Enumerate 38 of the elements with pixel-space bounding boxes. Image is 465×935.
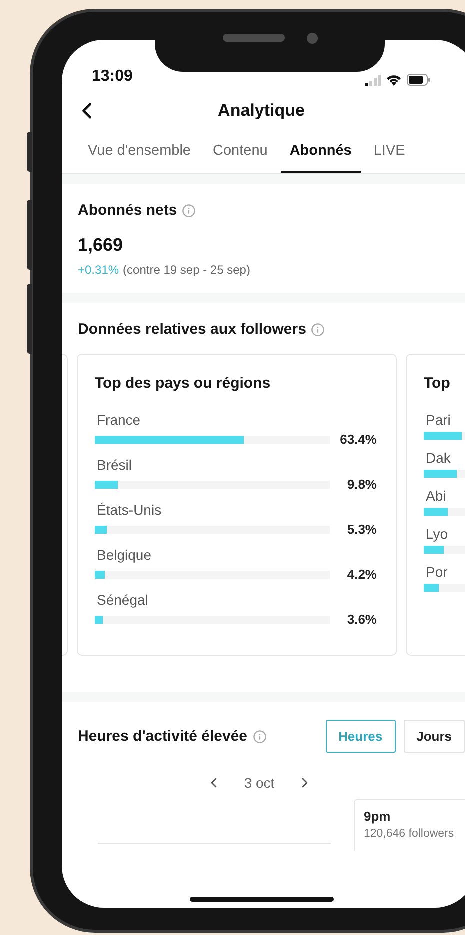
row-label: États-Unis [97, 502, 163, 518]
percent-value: 3.6% [346, 612, 377, 627]
toggle-button[interactable]: Jours [404, 720, 465, 753]
percent-value: 5.3% [346, 522, 377, 537]
row-label: Lyo [426, 526, 450, 542]
row-label: Sénégal [97, 592, 150, 608]
tab[interactable]: LIVE [364, 130, 414, 173]
row-label: France [97, 412, 142, 428]
signal-icon [365, 74, 381, 86]
row-label: Pari [426, 412, 452, 428]
battery-icon [407, 74, 431, 86]
follower-count: 1,669 [78, 235, 124, 256]
percent-value: 63.4% [339, 432, 377, 447]
percent-value: 9.8% [346, 477, 377, 492]
section-title: Abonnés nets [78, 202, 178, 219]
tab[interactable]: Vue d'ensemble [88, 130, 200, 173]
comparison-text: (contre 19 sep - 25 sep) [123, 263, 250, 277]
tooltip-value: 120,646 followers [364, 828, 456, 840]
page-title: Analytique [218, 101, 305, 121]
speaker-grille [222, 34, 284, 42]
row-label: Abi [426, 488, 448, 504]
wifi-icon [386, 74, 402, 86]
date-label: 3 oct [244, 775, 275, 791]
status-time: 13:09 [92, 68, 133, 86]
change-percent: +0.31% [78, 263, 120, 277]
camera-dot [306, 32, 318, 44]
row-label: Brésil [97, 457, 134, 473]
card-title: Top des pays ou régions [95, 375, 272, 392]
card-title: Top [424, 375, 452, 392]
section-title: Données relatives aux followers [78, 321, 306, 338]
row-label: Belgique [97, 547, 152, 563]
percent-value: 4.2% [346, 567, 377, 582]
tooltip-time: 9pm [364, 809, 392, 824]
row-label: Dak [426, 450, 452, 466]
section-title: Heures d'activité élevée [78, 728, 248, 745]
row-label: Por [426, 564, 449, 580]
toggle-button[interactable]: Heures [326, 720, 396, 753]
tab[interactable]: Contenu [204, 130, 277, 173]
